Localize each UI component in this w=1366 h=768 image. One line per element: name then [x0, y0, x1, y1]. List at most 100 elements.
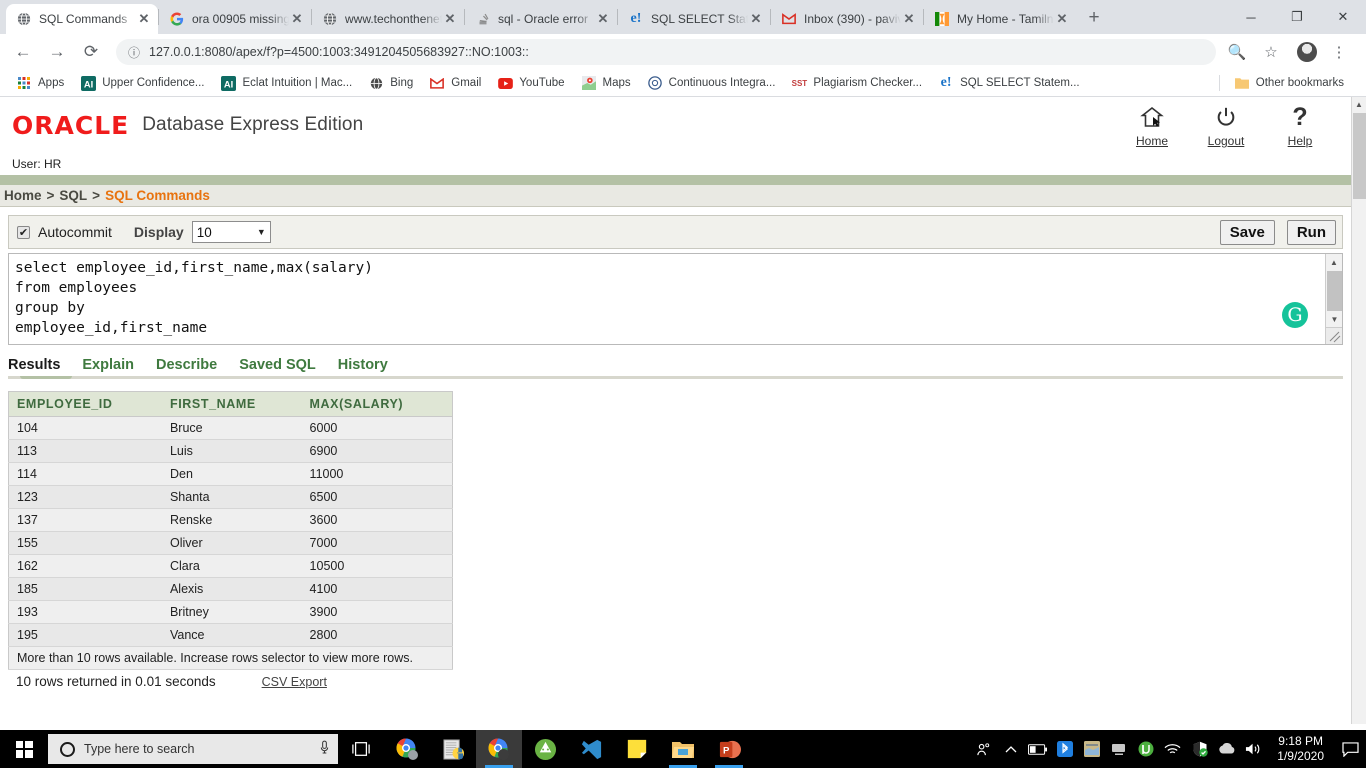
windows-taskbar: Type here to search P 9:18 PM 1/9/2020 [0, 730, 1366, 768]
browser-tab-0[interactable]: SQL Commands ✕ [6, 4, 158, 34]
taskbar-app-python-idle-icon[interactable] [430, 730, 476, 768]
browser-tab-1[interactable]: ora 00905 missing ✕ [159, 4, 311, 34]
close-icon[interactable]: ✕ [289, 11, 305, 27]
ai-icon: AI [221, 75, 237, 91]
search-input[interactable]: Type here to search [48, 734, 338, 764]
tab-results[interactable]: Results [8, 357, 60, 373]
e-icon: e! [940, 75, 952, 90]
question-mark-icon: ? [1292, 102, 1308, 131]
csv-export-link[interactable]: CSV Export [262, 675, 327, 689]
header-link-help[interactable]: ? Help [1277, 102, 1323, 149]
run-button[interactable]: Run [1286, 219, 1336, 245]
grammarly-icon[interactable]: G [1282, 302, 1308, 328]
tab-saved-sql[interactable]: Saved SQL [239, 357, 316, 373]
browser-tab-2[interactable]: www.techonthenet ✕ [312, 4, 464, 34]
taskbar-app-file-explorer-icon[interactable] [660, 730, 706, 768]
bookmark-continuous-integration[interactable]: Continuous Integra... [639, 72, 784, 94]
close-icon[interactable]: ✕ [442, 11, 458, 27]
security-shield-icon[interactable] [1186, 730, 1213, 768]
reload-button[interactable]: ⟳ [76, 37, 106, 67]
volume-icon[interactable] [1240, 730, 1267, 768]
maximize-button[interactable]: ❐ [1274, 0, 1320, 34]
page-scroll-up-icon[interactable]: ▲ [1352, 97, 1366, 112]
display-rows-select[interactable]: 10 ▼ [191, 221, 271, 243]
people-icon[interactable] [970, 730, 997, 768]
header-link-logout[interactable]: Logout [1203, 103, 1249, 148]
column-header-employee-id[interactable]: EMPLOYEE_ID [8, 391, 162, 417]
address-bar[interactable]: ⓘ 127.0.0.1:8080/apex/f?p=4500:1003:3491… [116, 39, 1216, 65]
info-icon[interactable]: ⓘ [128, 44, 140, 61]
taskbar-clock[interactable]: 9:18 PM 1/9/2020 [1267, 734, 1334, 764]
bookmark-bing[interactable]: Bing [360, 72, 421, 94]
taskbar-app-chrome-icon[interactable] [476, 730, 522, 768]
page-scrollbar[interactable]: ▲ [1351, 97, 1366, 724]
tab-explain[interactable]: Explain [82, 357, 134, 373]
avatar[interactable] [1297, 42, 1317, 62]
google-icon [169, 11, 185, 27]
close-icon[interactable]: ✕ [136, 11, 152, 27]
show-hidden-icons-chevron[interactable] [997, 730, 1024, 768]
display-icon[interactable] [1105, 730, 1132, 768]
close-window-button[interactable]: ✕ [1320, 0, 1366, 34]
star-icon[interactable]: ☆ [1256, 37, 1286, 67]
sql-editor-text[interactable]: select employee_id,first_name,max(salary… [9, 254, 1342, 342]
browser-tab-3[interactable]: sql - Oracle error ✕ [465, 4, 617, 34]
editor-resize-grip[interactable] [1325, 327, 1342, 344]
taskbar-app-powerpoint-icon[interactable]: P [706, 730, 752, 768]
taskbar-app-android-studio-icon[interactable] [522, 730, 568, 768]
tab-history[interactable]: History [338, 357, 388, 373]
results-table: EMPLOYEE_ID FIRST_NAME MAX(SALARY) 104 B… [8, 391, 453, 670]
bookmark-maps[interactable]: Maps [573, 72, 639, 94]
close-icon[interactable]: ✕ [901, 11, 917, 27]
table-row: 155 Oliver 7000 [8, 531, 453, 555]
autocommit-checkbox[interactable]: ✔ [17, 225, 30, 239]
wifi-icon[interactable] [1159, 730, 1186, 768]
bookmark-sql-select-statement[interactable]: e! SQL SELECT Statem... [930, 72, 1088, 94]
bluetooth-icon[interactable] [1051, 730, 1078, 768]
breadcrumb-item-sql[interactable]: SQL [59, 188, 87, 203]
scroll-up-icon[interactable]: ▲ [1326, 254, 1342, 270]
utorrent-icon[interactable] [1132, 730, 1159, 768]
taskbar-app-vs-code-icon[interactable] [568, 730, 614, 768]
other-bookmarks-button[interactable]: Other bookmarks [1226, 72, 1352, 94]
scroll-down-icon[interactable]: ▼ [1326, 311, 1343, 327]
close-icon[interactable]: ✕ [1054, 11, 1070, 27]
header-link-home[interactable]: Home [1129, 103, 1175, 148]
browser-tab-5[interactable]: Inbox (390) - paviv ✕ [771, 4, 923, 34]
save-button[interactable]: Save [1219, 219, 1275, 245]
breadcrumb-item-home[interactable]: Home [4, 188, 42, 203]
action-center-icon[interactable] [1334, 730, 1366, 768]
home-icon [1129, 103, 1175, 131]
microphone-icon[interactable] [319, 740, 330, 758]
bookmark-apps[interactable]: Apps [8, 72, 72, 94]
bookmark-plagiarism-checker[interactable]: SST Plagiarism Checker... [783, 72, 930, 94]
bookmark-gmail[interactable]: Gmail [421, 72, 489, 94]
onedrive-icon[interactable] [1213, 730, 1240, 768]
back-button[interactable]: ← [8, 37, 38, 67]
close-icon[interactable]: ✕ [595, 11, 611, 27]
battery-icon[interactable] [1024, 730, 1051, 768]
three-dot-menu-icon[interactable]: ⋮ [1324, 37, 1354, 67]
bookmark-upper-confidence[interactable]: AI Upper Confidence... [72, 72, 212, 94]
zoom-icon[interactable]: 🔍 [1222, 37, 1252, 67]
sql-editor[interactable]: select employee_id,first_name,max(salary… [8, 253, 1343, 345]
page-scroll-thumb[interactable] [1353, 113, 1366, 199]
task-view-icon[interactable] [338, 730, 384, 768]
editor-scroll-thumb[interactable] [1327, 271, 1342, 311]
close-icon[interactable]: ✕ [748, 11, 764, 27]
forward-button[interactable]: → [42, 37, 72, 67]
minimize-button[interactable]: ─ [1228, 0, 1274, 34]
network-map-icon[interactable] [1078, 730, 1105, 768]
bookmark-youtube[interactable]: YouTube [489, 72, 572, 94]
column-header-max-salary[interactable]: MAX(SALARY) [301, 391, 453, 417]
tab-describe[interactable]: Describe [156, 357, 217, 373]
browser-tab-4[interactable]: e! SQL SELECT Staten ✕ [618, 4, 770, 34]
bookmark-eclat-intuition[interactable]: AI Eclat Intuition | Mac... [213, 72, 361, 94]
start-button[interactable] [0, 730, 48, 768]
column-header-first-name[interactable]: FIRST_NAME [161, 391, 302, 417]
new-tab-button[interactable]: + [1080, 4, 1108, 32]
browser-tab-6[interactable]: My Home - Tamiln ✕ [924, 4, 1076, 34]
taskbar-app-sticky-notes-icon[interactable] [614, 730, 660, 768]
taskbar-app-chrome-beta-icon[interactable] [384, 730, 430, 768]
table-header-row: EMPLOYEE_ID FIRST_NAME MAX(SALARY) [8, 391, 453, 417]
